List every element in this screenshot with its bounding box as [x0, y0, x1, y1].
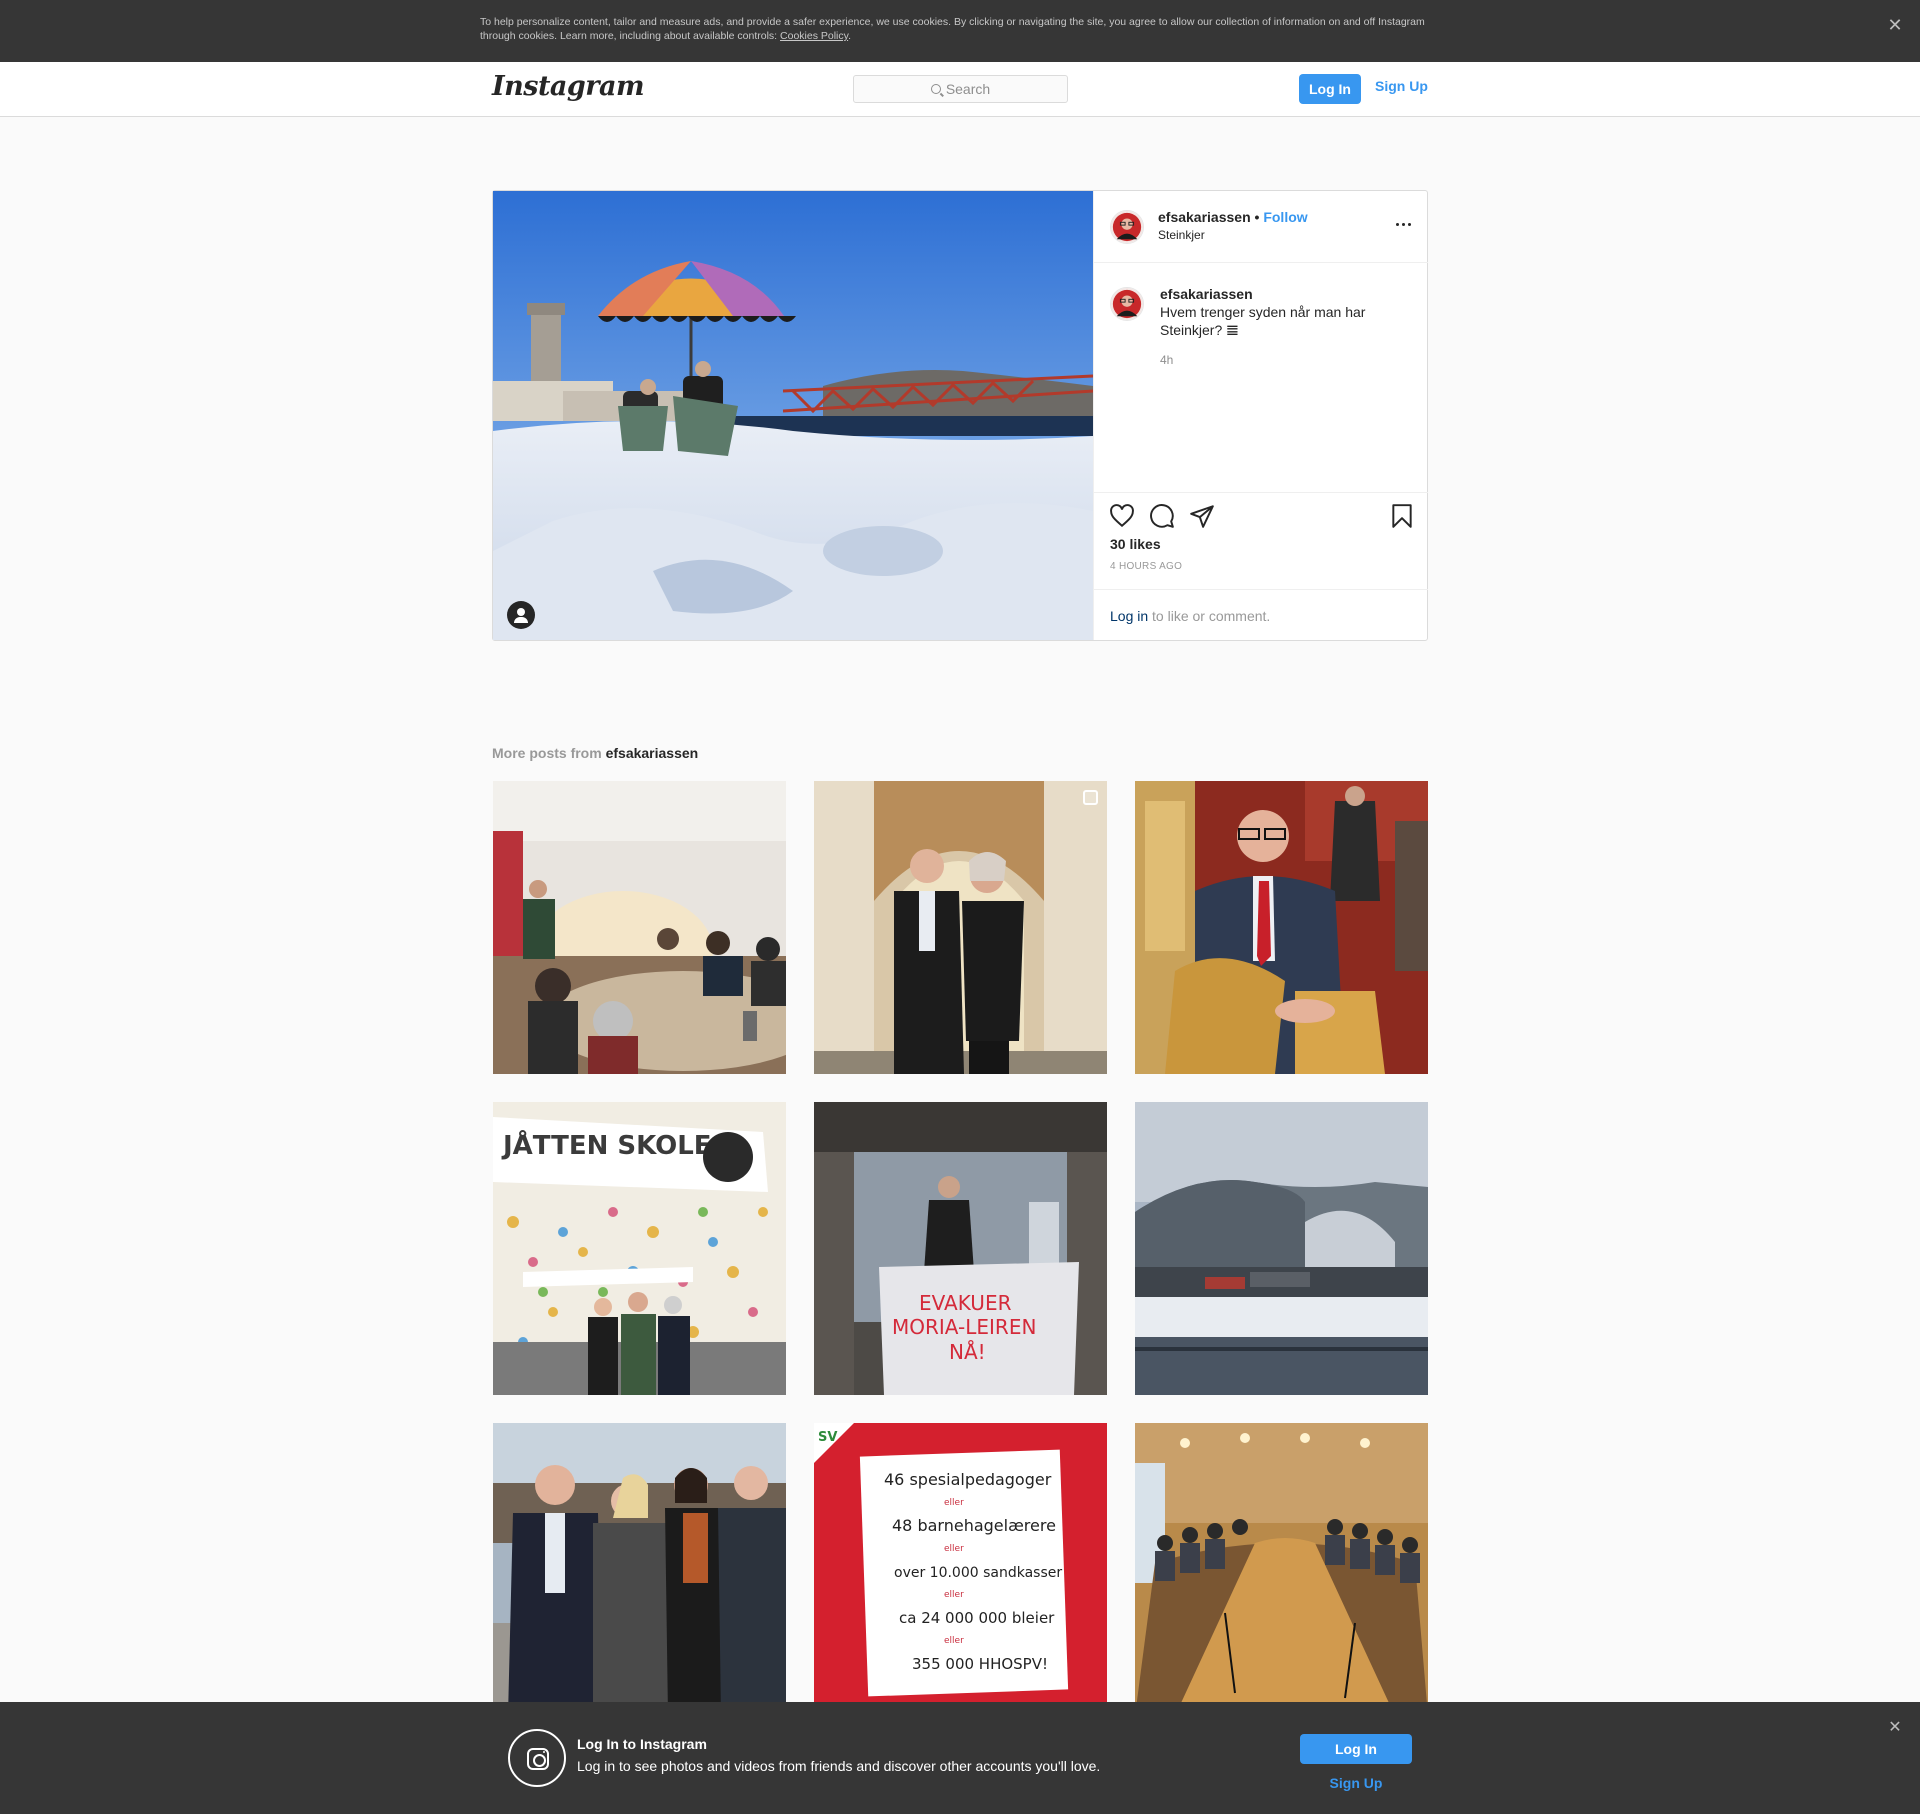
svg-text:NÅ!: NÅ! [949, 1340, 986, 1364]
comment-prompt-text: to like or comment. [1148, 608, 1271, 624]
svg-text:eller: eller [944, 1636, 964, 1646]
instagram-logo[interactable]: Instagram [492, 71, 645, 102]
caption-avatar[interactable] [1110, 287, 1144, 321]
user-tag-icon[interactable] [507, 601, 535, 629]
top-navigation: Instagram Search Log In Sign Up [0, 62, 1920, 117]
cookie-text: To help personalize content, tailor and … [480, 16, 1425, 42]
post-photo[interactable] [493, 191, 1093, 640]
signup-link[interactable]: Sign Up [1375, 78, 1428, 94]
login-link[interactable]: Log in [1110, 608, 1148, 624]
caption-username[interactable]: efsakariassen [1160, 286, 1253, 302]
instagram-icon [508, 1729, 566, 1787]
avatar[interactable] [1110, 210, 1144, 244]
fjord-landscape-photo [1135, 1102, 1428, 1395]
search-input[interactable]: Search [853, 75, 1068, 103]
login-prompt-text: Log in to see photos and videos from fri… [577, 1758, 1101, 1774]
grid-post-meeting-room[interactable] [493, 781, 786, 1074]
grid-post-conference[interactable] [1135, 1423, 1428, 1716]
post-card: efsakariassen • Follow Steinkjer efsakar… [492, 190, 1428, 641]
grid-post-banner[interactable]: EVAKUER MORIA-LEIREN NÅ! [814, 1102, 1107, 1395]
evakuer-banner-photo: EVAKUER MORIA-LEIREN NÅ! [814, 1102, 1107, 1395]
svg-text:48 barnehagelærere: 48 barnehagelærere [892, 1516, 1056, 1535]
post-header: efsakariassen • Follow Steinkjer [1094, 191, 1428, 263]
two-people-photo [814, 781, 1107, 1074]
svg-text:ca 24 000 000 bleier: ca 24 000 000 bleier [899, 1609, 1055, 1627]
more-posts-heading: More posts from efsakariassen [492, 745, 698, 761]
cookie-banner: To help personalize content, tailor and … [0, 0, 1920, 62]
post-actions: 30 likes 4 HOURS AGO [1094, 492, 1428, 589]
likes-count[interactable]: 30 likes [1110, 536, 1161, 552]
grid-post-group-photo[interactable] [493, 1423, 786, 1716]
login-button[interactable]: Log In [1299, 74, 1361, 104]
svg-text:eller: eller [944, 1544, 964, 1554]
conference-table-photo [1135, 1423, 1428, 1716]
heart-icon[interactable] [1109, 503, 1135, 529]
caption-text: Hvem trenger syden når man har Steinkjer… [1160, 304, 1366, 338]
bookmark-icon[interactable] [1389, 503, 1415, 529]
group-four-people-photo [493, 1423, 786, 1716]
post-username[interactable]: efsakariassen [1158, 209, 1251, 225]
svg-text:SV: SV [818, 1430, 837, 1445]
follow-button[interactable]: Follow [1263, 209, 1307, 225]
school-wall-photo: JÅTTEN SKOLE [493, 1102, 786, 1395]
search-icon [930, 84, 941, 94]
close-icon[interactable]: ✕ [1884, 14, 1906, 36]
search-placeholder: Search [945, 81, 991, 97]
post-timestamp: 4 HOURS AGO [1110, 561, 1183, 572]
comment-icon[interactable] [1149, 503, 1175, 529]
grid-post-parliament[interactable] [1135, 781, 1428, 1074]
cookie-message: To help personalize content, tailor and … [480, 16, 1425, 42]
svg-text:over 10.000 sandkasser: over 10.000 sandkasser [894, 1565, 1062, 1581]
svg-text:JÅTTEN SKOLE: JÅTTEN SKOLE [501, 1129, 712, 1161]
comment-prompt: Log in to like or comment. [1094, 589, 1428, 640]
snow-umbrella-photo [493, 191, 1093, 640]
grid-post-school[interactable]: JÅTTEN SKOLE [493, 1102, 786, 1395]
multiple-photos-icon [1083, 790, 1098, 805]
svg-text:EVAKUER: EVAKUER [919, 1291, 1012, 1315]
svg-text:355 000 HHOSPV!: 355 000 HHOSPV! [912, 1655, 1048, 1673]
post-username-line: efsakariassen • Follow [1158, 209, 1308, 225]
svg-text:46 spesialpedagoger: 46 spesialpedagoger [884, 1470, 1052, 1489]
grid-post-fjord[interactable] [1135, 1102, 1428, 1395]
bottom-login-button[interactable]: Log In [1300, 1734, 1412, 1764]
more-options-icon[interactable] [1393, 219, 1413, 229]
parliament-seat-photo [1135, 781, 1428, 1074]
close-icon[interactable]: ✕ [1884, 1717, 1906, 1739]
post-sidebar: efsakariassen • Follow Steinkjer efsakar… [1093, 191, 1428, 640]
share-icon[interactable] [1189, 503, 1215, 529]
caption-timestamp: 4h [1160, 353, 1174, 367]
cookies-policy-link[interactable]: Cookies Policy [780, 30, 848, 42]
svg-text:MORIA-LEIREN: MORIA-LEIREN [892, 1315, 1036, 1339]
grid-post-sv-graphic[interactable]: SV 46 spesialpedagoger eller 48 barnehag… [814, 1423, 1107, 1716]
grid-post-two-people[interactable] [814, 781, 1107, 1074]
svg-text:eller: eller [944, 1590, 964, 1600]
more-posts-username[interactable]: efsakariassen [606, 745, 699, 761]
more-posts-prefix: More posts from [492, 745, 606, 761]
svg-text:eller: eller [944, 1498, 964, 1508]
sv-notepad-graphic: SV 46 spesialpedagoger eller 48 barnehag… [814, 1423, 1107, 1716]
login-prompt-title: Log In to Instagram [577, 1736, 707, 1752]
meeting-room-photo [493, 781, 786, 1074]
bottom-signup-link[interactable]: Sign Up [1300, 1775, 1412, 1791]
post-location[interactable]: Steinkjer [1158, 228, 1205, 242]
login-prompt-bar: Log In to Instagram Log in to see photos… [0, 1702, 1920, 1814]
separator-dot: • [1254, 209, 1260, 225]
